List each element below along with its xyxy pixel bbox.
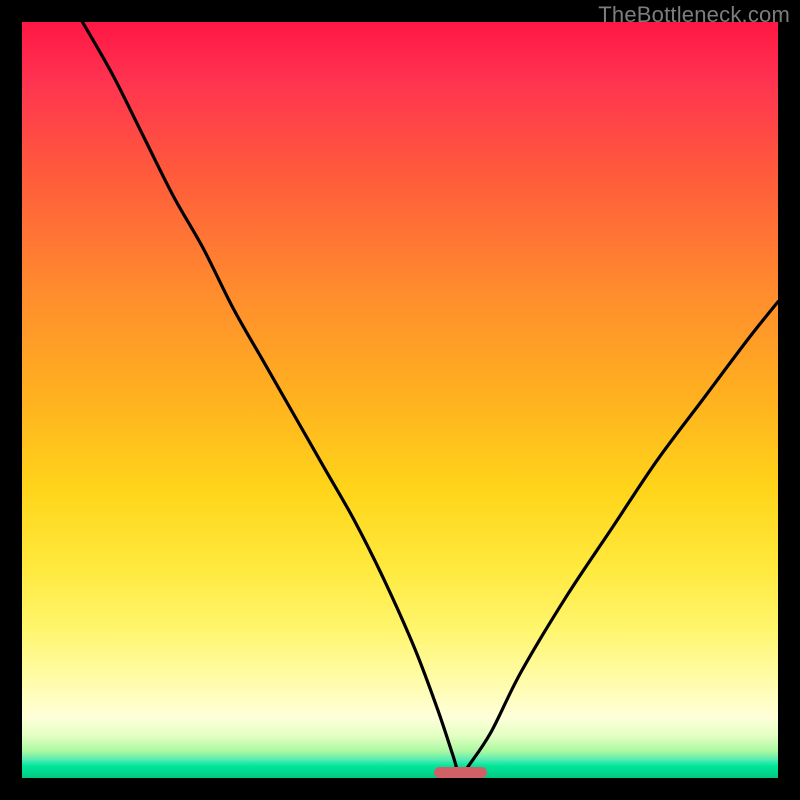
bottleneck-marker xyxy=(434,767,487,778)
chart-frame xyxy=(22,22,778,778)
plot-area xyxy=(22,22,778,778)
bottleneck-curve xyxy=(82,22,778,778)
curve-layer xyxy=(22,22,778,778)
